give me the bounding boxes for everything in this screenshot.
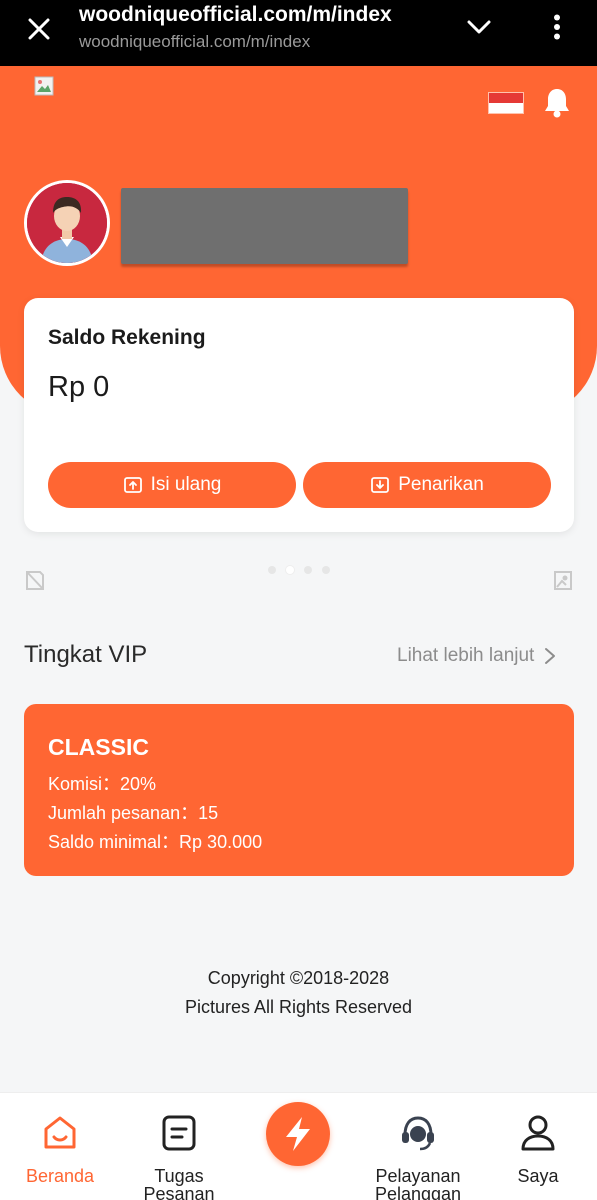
headset-icon — [402, 1116, 434, 1151]
withdraw-button[interactable]: Penarikan — [303, 462, 551, 508]
vip-see-more-label: Lihat lebih lanjut — [397, 645, 535, 666]
nav-label-profile: Saya — [517, 1166, 559, 1186]
chevron-down-icon[interactable] — [462, 12, 496, 42]
nav-label-home: Beranda — [25, 1166, 95, 1186]
lightning-icon — [286, 1117, 310, 1151]
quick-start-button[interactable] — [266, 1102, 330, 1166]
vip-section-title: Tingkat VIP — [24, 641, 148, 668]
download-icon — [371, 477, 390, 493]
close-icon[interactable] — [22, 12, 56, 46]
vip-level-card[interactable]: CLASSIC Komisi：20% Jumlah pesanan：15 Sal… — [24, 704, 574, 876]
username-redacted — [121, 188, 408, 264]
browser-bar: woodniqueofficial.com/m/index woodniqueo… — [0, 0, 597, 66]
carousel-dot[interactable] — [322, 566, 330, 574]
broken-image-icon — [34, 76, 54, 96]
carousel-dot-active[interactable] — [286, 566, 294, 574]
vip-order-count: Jumlah pesanan：15 — [48, 803, 219, 823]
balance-amount: Rp 0 — [48, 371, 110, 403]
user-icon — [521, 1115, 555, 1151]
carousel-dot[interactable] — [268, 566, 276, 574]
browser-page-title: woodniqueofficial.com/m/index — [79, 3, 392, 26]
topup-button[interactable]: Isi ulang — [48, 462, 296, 508]
home-icon — [44, 1116, 76, 1149]
carousel-indicator — [268, 566, 330, 574]
carousel-image-placeholder-icon[interactable] — [24, 568, 46, 592]
indonesia-flag-icon[interactable] — [488, 92, 524, 114]
vip-level-name: CLASSIC — [48, 734, 149, 760]
nav-label-tasks: Tugas Pesanan — [143, 1166, 215, 1200]
nav-label-customer-service: Pelayanan Pelanggan — [374, 1166, 462, 1200]
nav-item-customer-service[interactable]: Pelayanan Pelanggan — [358, 1093, 478, 1200]
vip-min-balance: Saldo minimal：Rp 30.000 — [48, 832, 263, 852]
carousel-dot[interactable] — [304, 566, 312, 574]
upload-icon — [123, 477, 142, 493]
copyright-text: Copyright ©2018-2028 — [207, 968, 390, 988]
topup-label: Isi ulang — [150, 474, 222, 495]
nav-item-home[interactable]: Beranda — [0, 1093, 120, 1200]
browser-url[interactable]: woodniqueofficial.com/m/index — [79, 32, 310, 52]
avatar[interactable] — [24, 180, 110, 266]
order-list-icon — [162, 1115, 196, 1151]
more-menu-icon[interactable] — [544, 10, 570, 44]
vip-see-more-link[interactable]: Lihat lebih lanjut — [397, 645, 556, 667]
withdraw-label: Penarikan — [398, 474, 484, 495]
nav-item-profile[interactable]: Saya — [478, 1093, 597, 1200]
bottom-navigation: Beranda Tugas Pesanan Pelayanan Pelangga… — [0, 1092, 597, 1200]
vip-commission: Komisi：20% — [48, 774, 157, 794]
balance-label: Saldo Rekening — [48, 326, 206, 349]
nav-item-tasks[interactable]: Tugas Pesanan — [119, 1093, 239, 1200]
carousel-image-placeholder-icon[interactable] — [552, 568, 574, 592]
rights-text: Pictures All Rights Reserved — [184, 997, 413, 1017]
notification-bell-icon[interactable] — [543, 86, 571, 118]
chevron-right-icon — [545, 648, 556, 664]
balance-card: Saldo Rekening Rp 0 Isi ulang Penarikan — [24, 298, 574, 532]
